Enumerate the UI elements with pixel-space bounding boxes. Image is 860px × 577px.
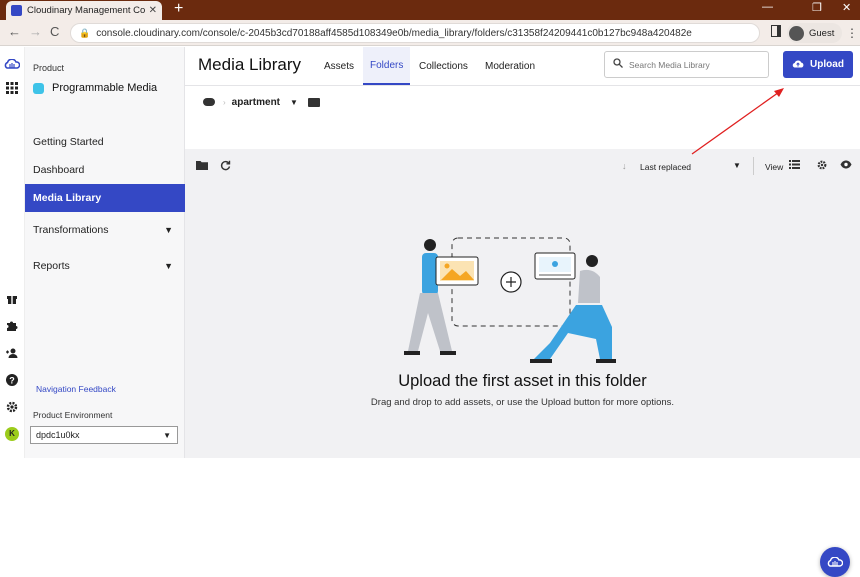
lock-icon: 🔒 bbox=[79, 27, 91, 38]
sidebar-item-media-library[interactable]: Media Library bbox=[25, 184, 185, 212]
toolbar-divider bbox=[753, 157, 754, 175]
sidebar-item-reports[interactable]: Reports ▼ bbox=[25, 252, 185, 280]
svg-text:?: ? bbox=[9, 375, 15, 385]
sort-direction-icon[interactable]: ↓ bbox=[622, 161, 627, 171]
page-title: Media Library bbox=[198, 55, 301, 74]
reload-icon[interactable]: C bbox=[50, 24, 59, 39]
forward-icon[interactable]: → bbox=[29, 24, 42, 39]
settings-gear-icon[interactable] bbox=[817, 160, 827, 173]
cloudinary-logo-icon[interactable] bbox=[4, 58, 21, 71]
sidebar-item-getting-started[interactable]: Getting Started bbox=[25, 128, 185, 156]
environment-select[interactable]: dpdc1u0kx ▼ bbox=[30, 426, 178, 444]
environment-value: dpdc1u0kx bbox=[36, 430, 80, 440]
programmable-media-icon bbox=[33, 82, 44, 94]
sidebar-item-label: Reports bbox=[33, 260, 70, 272]
breadcrumb: › apartment ▼ bbox=[203, 95, 320, 109]
sidebar-item-label: Getting Started bbox=[33, 136, 104, 148]
tab-close-icon[interactable]: ✕ bbox=[149, 5, 157, 16]
product-label: Product bbox=[33, 63, 65, 73]
sidebar-item-label: Media Library bbox=[33, 192, 102, 204]
user-avatar[interactable]: K bbox=[5, 427, 19, 441]
profile-label: Guest bbox=[809, 27, 835, 39]
sidebar-item-label: Dashboard bbox=[33, 164, 85, 176]
empty-state-title: Upload the first asset in this folder bbox=[398, 372, 647, 390]
app: ? K Product Programmable Media Getting S… bbox=[0, 47, 860, 577]
sidebar-item-dashboard[interactable]: Dashboard bbox=[25, 156, 185, 184]
media-toolbar: ↓ Last replaced ▼ View bbox=[185, 149, 860, 183]
url-field[interactable]: 🔒 console.cloudinary.com/console/c-2045b… bbox=[70, 23, 760, 43]
sort-dropdown-icon[interactable]: ▼ bbox=[733, 161, 741, 170]
empty-folder-area[interactable]: Upload the first asset in this folder Dr… bbox=[185, 183, 860, 577]
browser-tab[interactable]: Cloudinary Management Console ✕ bbox=[6, 1, 162, 20]
tab-moderation[interactable]: Moderation bbox=[478, 47, 542, 85]
profile-avatar-icon bbox=[789, 25, 804, 41]
upload-illustration bbox=[404, 237, 616, 363]
support-chat-button[interactable] bbox=[820, 547, 850, 577]
empty-state-subtitle: Drag and drop to add assets, or use the … bbox=[370, 397, 675, 408]
breadcrumb-folder[interactable]: apartment bbox=[232, 97, 280, 108]
cloudinary-favicon-icon bbox=[11, 5, 22, 16]
search-input[interactable]: Search Media Library bbox=[604, 51, 769, 78]
cloudinary-logo-icon bbox=[827, 557, 843, 567]
browser-titlebar: Cloudinary Management Console ✕ + — ❐ ✕ bbox=[0, 0, 860, 20]
tab-title: Cloudinary Management Console bbox=[27, 5, 145, 16]
add-user-icon[interactable] bbox=[6, 347, 18, 359]
new-tab-button[interactable]: + bbox=[174, 0, 183, 18]
search-placeholder: Search Media Library bbox=[629, 59, 710, 70]
search-icon bbox=[613, 58, 623, 71]
navigation-feedback-link[interactable]: Navigation Feedback bbox=[36, 384, 116, 394]
url-text: console.cloudinary.com/console/c-2045b3c… bbox=[96, 27, 692, 39]
eye-icon[interactable] bbox=[840, 160, 852, 172]
tab-assets[interactable]: Assets bbox=[317, 47, 361, 85]
refresh-icon[interactable] bbox=[220, 160, 231, 174]
cloud-upload-icon bbox=[792, 59, 804, 70]
apps-grid-icon[interactable] bbox=[6, 82, 18, 94]
browser-menu-icon[interactable]: ⋮ bbox=[846, 26, 858, 40]
minimize-icon[interactable]: — bbox=[762, 1, 773, 13]
gift-icon[interactable] bbox=[6, 292, 18, 304]
folder-dropdown-icon[interactable]: ▼ bbox=[290, 98, 298, 107]
folder-icon[interactable] bbox=[196, 160, 208, 173]
top-bar: Media Library Assets Folders Collections… bbox=[185, 47, 860, 86]
main-area: Media Library Assets Folders Collections… bbox=[185, 47, 860, 577]
side-panel-icon[interactable] bbox=[771, 25, 781, 37]
profile-button[interactable]: Guest bbox=[787, 23, 843, 43]
icon-rail: ? K bbox=[0, 47, 25, 458]
environment-label: Product Environment bbox=[33, 410, 113, 420]
sidebar-item-transformations[interactable]: Transformations ▼ bbox=[25, 216, 185, 244]
view-label[interactable]: View bbox=[765, 162, 783, 172]
maximize-icon[interactable]: ❐ bbox=[812, 1, 822, 14]
chevron-down-icon: ▼ bbox=[163, 430, 171, 440]
address-bar: ← → C 🔒 console.cloudinary.com/console/c… bbox=[0, 20, 860, 46]
sort-select[interactable]: Last replaced bbox=[640, 162, 691, 172]
upload-button[interactable]: Upload bbox=[783, 51, 853, 78]
sidebar-item-label: Transformations bbox=[33, 224, 109, 236]
help-icon[interactable]: ? bbox=[6, 374, 18, 386]
add-folder-icon[interactable] bbox=[307, 97, 320, 107]
puzzle-icon[interactable] bbox=[6, 320, 18, 332]
back-icon[interactable]: ← bbox=[8, 24, 21, 39]
breadcrumb-separator-icon: › bbox=[223, 97, 226, 107]
root-cloud-icon[interactable] bbox=[203, 98, 215, 106]
chevron-down-icon: ▼ bbox=[164, 225, 173, 235]
tab-folders[interactable]: Folders bbox=[363, 47, 411, 85]
upload-label: Upload bbox=[810, 59, 844, 70]
chevron-down-icon: ▼ bbox=[164, 261, 173, 271]
product-selector[interactable]: Programmable Media bbox=[33, 82, 157, 94]
sidebar: Product Programmable Media Getting Start… bbox=[25, 47, 185, 458]
close-window-icon[interactable]: ✕ bbox=[842, 1, 851, 14]
tab-collections[interactable]: Collections bbox=[412, 47, 475, 85]
list-view-icon[interactable] bbox=[789, 160, 800, 172]
settings-gear-icon[interactable] bbox=[6, 401, 18, 413]
product-name: Programmable Media bbox=[52, 82, 158, 94]
